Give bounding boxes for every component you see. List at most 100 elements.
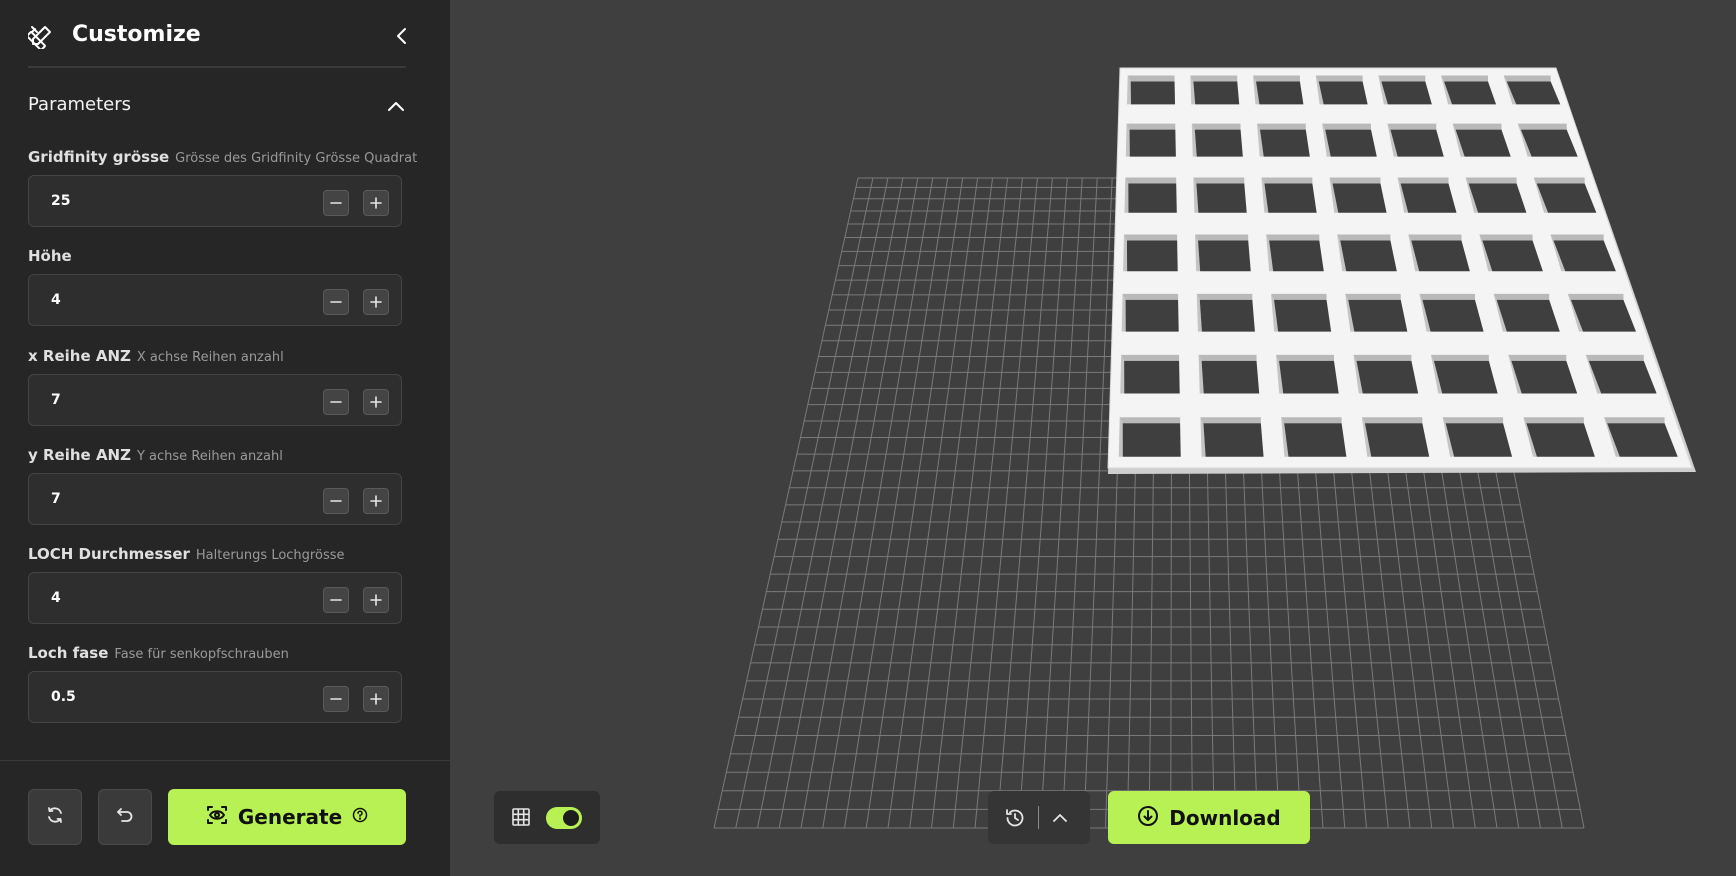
decrement-button[interactable] bbox=[323, 289, 349, 315]
parameter-description: X achse Reihen anzahl bbox=[136, 350, 284, 365]
reset-button[interactable] bbox=[28, 789, 82, 845]
pencil-ruler-icon bbox=[26, 23, 54, 51]
grid-toggle-switch[interactable] bbox=[546, 807, 582, 829]
plus-icon bbox=[370, 396, 382, 408]
model-face bbox=[1508, 354, 1567, 361]
parameter-field: Gridfinity grösse Grösse des Gridfinity G… bbox=[28, 146, 417, 227]
grid-line bbox=[735, 177, 874, 829]
model-face bbox=[1442, 417, 1504, 424]
grid-line bbox=[1018, 177, 1068, 829]
grid-line bbox=[974, 177, 1038, 829]
model-face bbox=[1390, 129, 1444, 157]
model-face bbox=[1271, 293, 1327, 300]
decrement-button[interactable] bbox=[323, 389, 349, 415]
3d-scene[interactable] bbox=[450, 0, 1736, 876]
download-button[interactable]: Download bbox=[1108, 791, 1310, 844]
plus-icon bbox=[370, 197, 382, 209]
parameter-value[interactable]: 7 bbox=[51, 474, 61, 524]
grid-line bbox=[887, 177, 979, 829]
parameter-name: LOCH Durchmesser bbox=[28, 545, 190, 563]
model-face bbox=[1567, 293, 1624, 300]
parameter-input[interactable]: 0.5 bbox=[28, 671, 402, 723]
increment-button[interactable] bbox=[363, 190, 389, 216]
parameter-value[interactable]: 0.5 bbox=[51, 672, 76, 722]
model-face bbox=[1381, 81, 1432, 105]
decrement-button[interactable] bbox=[323, 587, 349, 613]
increment-button[interactable] bbox=[363, 289, 389, 315]
parameter-input[interactable]: 4 bbox=[28, 572, 402, 624]
parameter-value[interactable]: 7 bbox=[51, 375, 61, 425]
model-face bbox=[1256, 123, 1306, 130]
decrement-button[interactable] bbox=[323, 488, 349, 514]
model-face bbox=[1266, 234, 1320, 241]
3d-viewport[interactable]: Download bbox=[450, 0, 1736, 876]
toggle-knob bbox=[563, 810, 579, 826]
model-face bbox=[1269, 240, 1324, 272]
model-face bbox=[1284, 423, 1347, 457]
download-circle-icon bbox=[1137, 805, 1159, 831]
model-face bbox=[1503, 75, 1551, 82]
grid-line bbox=[822, 177, 934, 829]
parameter-label-row: y Reihe ANZ Y achse Reihen anzahl bbox=[28, 444, 402, 466]
chevron-up-icon[interactable] bbox=[382, 92, 410, 120]
undo-icon bbox=[116, 806, 134, 828]
gridfinity-model bbox=[1107, 67, 1696, 474]
model-face bbox=[1387, 123, 1437, 130]
parameter-value[interactable]: 25 bbox=[51, 176, 70, 226]
model-face bbox=[1123, 234, 1178, 241]
model-face bbox=[1203, 423, 1264, 457]
model-face bbox=[1122, 423, 1181, 457]
grid-toggle-toolbar bbox=[494, 791, 600, 844]
help-circle-icon[interactable] bbox=[352, 807, 368, 827]
parameter-description: Fase für senkopfschrauben bbox=[114, 647, 289, 662]
generate-button[interactable]: Generate bbox=[168, 789, 406, 845]
model-face bbox=[1198, 240, 1251, 272]
increment-button[interactable] bbox=[363, 686, 389, 712]
model-face bbox=[1315, 75, 1363, 82]
parameter-value[interactable]: 4 bbox=[51, 573, 61, 623]
model-face bbox=[1408, 234, 1462, 241]
chevron-left-icon[interactable] bbox=[388, 22, 416, 50]
model-face bbox=[1496, 299, 1560, 332]
parameter-input[interactable]: 7 bbox=[28, 374, 402, 426]
model-face bbox=[1364, 423, 1430, 457]
parameter-name: Loch fase bbox=[28, 644, 109, 662]
decrement-button[interactable] bbox=[323, 190, 349, 216]
parameters-section-header[interactable]: Parameters bbox=[28, 88, 406, 124]
parameter-input[interactable]: 7 bbox=[28, 473, 402, 525]
parameter-description: Grösse des Gridfinity Grösse Quadrat bbox=[175, 151, 418, 166]
chevron-up-icon[interactable] bbox=[1046, 805, 1074, 831]
plus-icon bbox=[370, 693, 382, 705]
increment-button[interactable] bbox=[363, 488, 389, 514]
model-face bbox=[1191, 123, 1241, 130]
model-face bbox=[1195, 234, 1249, 241]
parameter-input[interactable]: 25 bbox=[28, 175, 402, 227]
parameter-label-row: x Reihe ANZ X achse Reihen anzahl bbox=[28, 345, 402, 367]
undo-button[interactable] bbox=[98, 789, 152, 845]
model-face bbox=[1196, 183, 1247, 213]
model-face bbox=[1465, 177, 1517, 184]
parameters-label: Parameters bbox=[28, 94, 132, 115]
parameter-label-row: Loch fase Fase für senkopfschrauben bbox=[28, 642, 402, 664]
model-face bbox=[1400, 183, 1457, 213]
plus-icon bbox=[370, 495, 382, 507]
parameter-value[interactable]: 4 bbox=[51, 275, 61, 325]
decrement-button[interactable] bbox=[323, 686, 349, 712]
model-face bbox=[1468, 183, 1527, 213]
parameter-name: y Reihe ANZ bbox=[28, 446, 131, 464]
model-face bbox=[1441, 75, 1488, 82]
model-face bbox=[1444, 81, 1497, 105]
model-face bbox=[1325, 129, 1377, 157]
history-icon[interactable] bbox=[1002, 805, 1028, 831]
parameter-input[interactable]: 4 bbox=[28, 274, 402, 326]
parameter-description: Y achse Reihen anzahl bbox=[136, 449, 283, 464]
parameter-field: y Reihe ANZ Y achse Reihen anzahl 7 bbox=[28, 444, 402, 525]
model-face bbox=[1127, 75, 1175, 82]
download-label: Download bbox=[1169, 805, 1281, 830]
model-face bbox=[1129, 129, 1176, 157]
grid-icon[interactable] bbox=[510, 806, 532, 828]
grid-line bbox=[1061, 177, 1098, 829]
increment-button[interactable] bbox=[363, 587, 389, 613]
grid-line bbox=[865, 177, 964, 829]
increment-button[interactable] bbox=[363, 389, 389, 415]
